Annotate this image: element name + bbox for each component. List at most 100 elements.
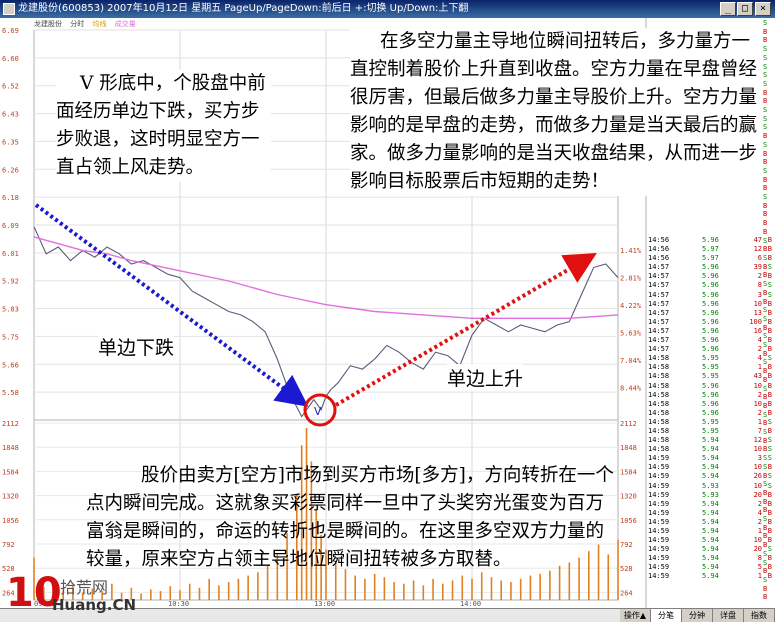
tick-time: 14:57 bbox=[648, 326, 670, 335]
series-label-volume: 成交量 bbox=[114, 20, 136, 28]
maximize-button[interactable]: □ bbox=[737, 2, 753, 16]
tick-direction: B bbox=[767, 572, 772, 581]
side-direction-letter: B bbox=[763, 175, 768, 184]
tick-time: 14:58 bbox=[648, 363, 670, 372]
tab-bar: 操作▲ 分笔 分钟 详盘 指数 bbox=[620, 608, 775, 622]
close-button[interactable]: × bbox=[755, 2, 771, 16]
tick-time: 14:58 bbox=[648, 354, 670, 363]
side-direction-letter: S bbox=[763, 19, 768, 27]
tick-price: 5.96 bbox=[702, 390, 719, 399]
tick-list[interactable]: 14:56 5.96 47 B 14:56 5.97 12 B 14:56 5.97 6 B 14:57… bbox=[646, 236, 774, 582]
volume-tick-label: 792 bbox=[2, 541, 15, 549]
tick-direction: B bbox=[767, 308, 772, 317]
pct-tick-label: 4.22% bbox=[620, 302, 642, 310]
tick-time: 14:57 bbox=[648, 263, 670, 272]
series-label-price: 分时 bbox=[70, 20, 85, 28]
tick-price: 5.94 bbox=[702, 545, 719, 554]
tick-time: 14:59 bbox=[648, 527, 670, 535]
side-direction-letter: B bbox=[763, 210, 768, 219]
volume-tick-label-right: 1584 bbox=[620, 468, 637, 476]
tick-direction: B bbox=[767, 517, 772, 526]
tab-2[interactable]: 分钟 bbox=[682, 609, 713, 622]
tick-direction: B bbox=[767, 554, 772, 563]
tick-direction: B bbox=[767, 536, 772, 545]
tick-row: 14:57 5.96 2 B bbox=[646, 272, 774, 281]
v-mark: V bbox=[314, 405, 322, 418]
volume-tick-label: 1584 bbox=[2, 468, 19, 476]
tick-price: 5.96 bbox=[702, 308, 719, 317]
tick-time: 14:58 bbox=[648, 426, 670, 435]
pct-tick-label: 7.04% bbox=[620, 357, 642, 365]
tick-row: 14:58 5.95 43 B bbox=[646, 372, 774, 381]
annotation-left: V 形底中，个股盘中前面经历单边下跌，买方步步败退，这时明显空方一直占领上风走势… bbox=[56, 70, 271, 182]
tick-volume: 1 bbox=[757, 363, 762, 372]
tick-direction: S bbox=[767, 436, 772, 445]
tick-row: 14:56 5.97 12 B bbox=[646, 245, 774, 254]
tick-row: 14:57 5.96 100 B bbox=[646, 318, 774, 327]
tick-direction: S bbox=[767, 290, 772, 299]
tick-direction: B bbox=[767, 245, 772, 254]
tick-price: 5.94 bbox=[702, 517, 719, 526]
tick-price: 5.94 bbox=[702, 499, 719, 508]
tick-time: 14:56 bbox=[648, 254, 670, 263]
stock-name: 龙建股份 bbox=[34, 20, 62, 28]
tab-1[interactable]: 分笔 bbox=[651, 609, 682, 622]
tick-time: 14:58 bbox=[648, 408, 670, 417]
tick-direction: B bbox=[767, 527, 772, 535]
tick-row: 14:57 5.96 4 B bbox=[646, 336, 774, 345]
price-tick-label: 6.18 bbox=[2, 194, 19, 202]
side-direction-letter: S bbox=[763, 123, 768, 132]
tick-volume: 6 bbox=[757, 254, 762, 263]
tick-time: 14:59 bbox=[648, 554, 670, 563]
price-tick-label: 6.69 bbox=[2, 27, 19, 35]
volume-tick-label-right: 2112 bbox=[620, 420, 637, 428]
label-up: 单边上升 bbox=[447, 364, 524, 391]
tick-volume: 3 bbox=[757, 290, 762, 299]
pct-tick-label: 5.63% bbox=[620, 330, 642, 338]
tick-volume: 10 bbox=[753, 399, 762, 408]
tick-row: 14:58 5.96 2 B bbox=[646, 409, 774, 418]
tick-row: 14:57 5.96 8 S bbox=[646, 281, 774, 290]
volume-tick-label-right: 792 bbox=[620, 541, 633, 549]
tab-4[interactable]: 指数 bbox=[744, 609, 775, 622]
tick-price: 5.94 bbox=[702, 463, 719, 472]
annotation-right: 在多空力量主导地位瞬间扭转后，多力量方一直控制着股价上升直到收盘。空方力量在早盘… bbox=[350, 28, 760, 196]
side-direction-letter: B bbox=[763, 149, 768, 158]
price-tick-label: 6.52 bbox=[2, 83, 19, 91]
tick-direction: B bbox=[767, 490, 772, 499]
tick-time: 14:58 bbox=[648, 399, 670, 408]
tab-0[interactable]: 操作▲ bbox=[620, 609, 651, 622]
tick-price: 5.96 bbox=[702, 345, 719, 354]
tick-row: 14:58 5.95 4 S bbox=[646, 354, 774, 363]
tick-direction: B bbox=[767, 408, 772, 417]
tick-price: 5.96 bbox=[702, 281, 719, 290]
tick-time: 14:59 bbox=[648, 481, 670, 490]
tick-time: 14:59 bbox=[648, 545, 670, 554]
tick-direction: B bbox=[767, 236, 772, 244]
tick-price: 5.96 bbox=[702, 408, 719, 417]
tick-direction: B bbox=[767, 499, 772, 508]
tick-time: 14:57 bbox=[648, 290, 670, 299]
tick-row: 14:57 5.96 39 S bbox=[646, 263, 774, 272]
minimize-button[interactable]: _ bbox=[720, 2, 736, 16]
tick-row: 14:57 5.96 2 B bbox=[646, 345, 774, 354]
tick-volume: 26 bbox=[753, 472, 762, 481]
tick-row: 14:58 5.95 1 B bbox=[646, 363, 774, 372]
tick-volume: 1 bbox=[757, 527, 762, 535]
chart-infobar: 龙建股份 分时 均线 成交量 bbox=[34, 19, 142, 29]
pct-tick-label: 8.44% bbox=[620, 385, 642, 393]
volume-tick-label-right: 1848 bbox=[620, 444, 637, 452]
tick-volume: 2 bbox=[757, 517, 762, 526]
tab-3[interactable]: 详盘 bbox=[713, 609, 744, 622]
tick-price: 5.96 bbox=[702, 326, 719, 335]
watermark-logo: 10 拾荒网 Huang.CN bbox=[0, 570, 150, 620]
tick-time: 14:57 bbox=[648, 308, 670, 317]
side-direction-letter: B bbox=[763, 219, 768, 228]
tick-row: 14:58 5.96 2 B bbox=[646, 391, 774, 400]
tick-row: 14:58 5.96 10 B bbox=[646, 382, 774, 391]
tick-direction: B bbox=[767, 399, 772, 408]
tick-time: 14:56 bbox=[648, 236, 670, 244]
side-direction-letter: S bbox=[763, 71, 768, 80]
side-direction-letter: S bbox=[763, 79, 768, 88]
tick-price: 5.94 bbox=[702, 527, 719, 535]
